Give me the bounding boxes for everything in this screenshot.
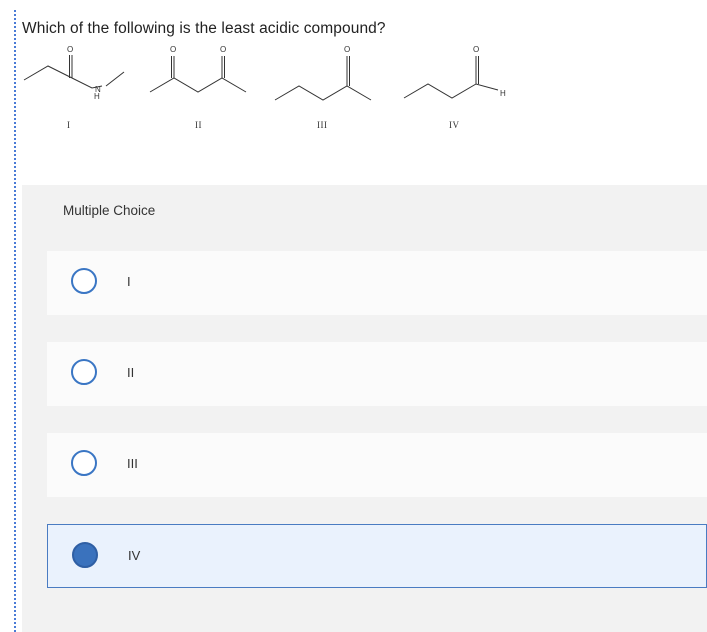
struct-1-numeral: I xyxy=(67,120,71,130)
struct-1-chain xyxy=(23,65,73,81)
choice-label-1: I xyxy=(127,274,131,289)
struct-1-o-label: O xyxy=(67,45,73,54)
choice-option-2[interactable]: II xyxy=(47,342,707,406)
focus-outline xyxy=(14,10,16,632)
struct-4-chain xyxy=(403,83,499,99)
structures-svg: O N H O O O O H xyxy=(23,45,506,101)
struct-4-o-label: O xyxy=(473,45,479,54)
multiple-choice-header: Multiple Choice xyxy=(63,203,156,218)
struct-1-n-methyl xyxy=(105,71,125,87)
struct-3-chain xyxy=(274,85,372,101)
struct-2-o2-label: O xyxy=(220,45,226,54)
struct-1-nh-label: H xyxy=(94,92,100,101)
choice-label-4: IV xyxy=(128,548,141,563)
choice-label-2: II xyxy=(127,365,135,380)
struct-2-numeral: II xyxy=(195,120,202,130)
radio-button-2[interactable] xyxy=(71,359,97,385)
struct-3-numeral: III xyxy=(317,120,328,130)
structures-figure: O N H O O O O H I II III IV xyxy=(22,40,522,140)
struct-4-numeral: IV xyxy=(449,120,460,130)
struct-4-h-label: H xyxy=(500,89,506,98)
question-text: Which of the following is the least acid… xyxy=(22,20,386,37)
choice-option-3[interactable]: III xyxy=(47,433,707,497)
multiple-choice-panel: Multiple Choice I II III IV xyxy=(22,185,707,632)
radio-button-4-selected[interactable] xyxy=(72,542,98,568)
choice-label-3: III xyxy=(127,456,138,471)
struct-3-o-label: O xyxy=(344,45,350,54)
choice-option-1[interactable]: I xyxy=(47,251,707,315)
choice-option-4[interactable]: IV xyxy=(47,524,707,588)
struct-2-chain xyxy=(149,77,247,93)
struct-2-o1-label: O xyxy=(170,45,176,54)
radio-button-3[interactable] xyxy=(71,450,97,476)
radio-button-1[interactable] xyxy=(71,268,97,294)
